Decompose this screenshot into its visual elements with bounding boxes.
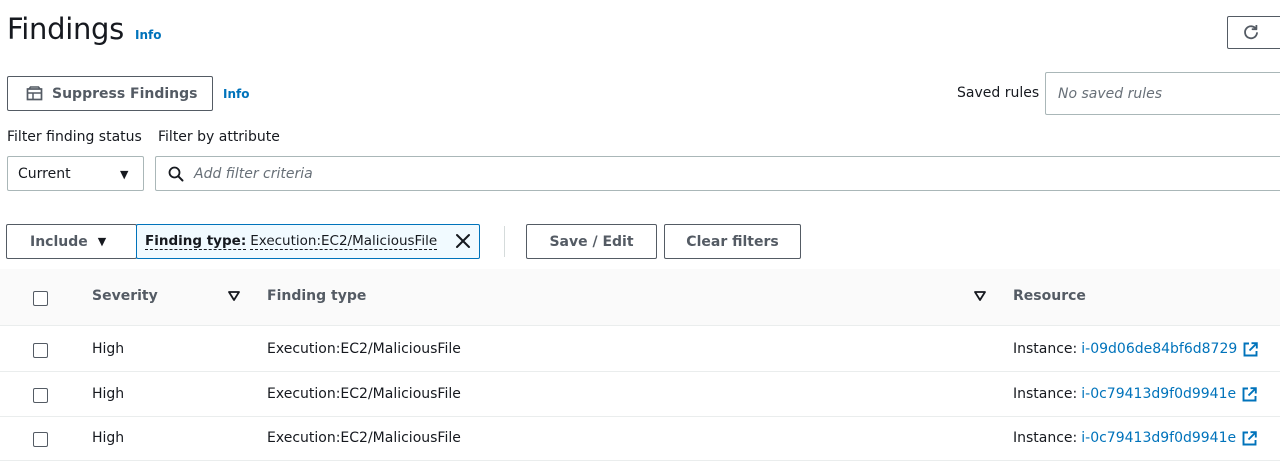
save-edit-button[interactable]: Save / Edit — [526, 224, 657, 259]
sort-icon[interactable] — [974, 291, 986, 301]
suppress-findings-label: Suppress Findings — [52, 85, 198, 102]
suppress-findings-button[interactable]: Suppress Findings — [7, 76, 213, 111]
saved-rules-label: Saved rules — [957, 85, 1040, 101]
filter-token[interactable]: Finding type: Execution:EC2/MaliciousFil… — [136, 224, 480, 259]
finding-status-select[interactable]: Current ▼ — [7, 156, 144, 191]
resource-prefix: Instance: — [1013, 341, 1078, 357]
finding-type-cell[interactable]: Execution:EC2/MaliciousFile — [267, 386, 461, 402]
external-link-icon[interactable] — [1243, 341, 1259, 357]
severity-cell: High — [92, 386, 125, 402]
resource-cell: Instance: i-09d06de84bf6d8729 — [1013, 341, 1259, 357]
resource-prefix: Instance: — [1013, 386, 1078, 402]
table-row[interactable]: High Execution:EC2/MaliciousFile Instanc… — [0, 372, 1280, 417]
search-icon — [168, 166, 184, 181]
column-header-finding-type[interactable]: Finding type — [267, 288, 366, 304]
filter-search-input[interactable]: Add filter criteria — [155, 156, 1280, 191]
select-all-checkbox[interactable] — [33, 291, 48, 306]
column-header-resource[interactable]: Resource — [1013, 288, 1086, 304]
finding-type-cell[interactable]: Execution:EC2/MaliciousFile — [267, 341, 461, 357]
column-header-severity[interactable]: Severity — [92, 288, 158, 304]
include-dropdown[interactable]: Include ▼ — [6, 224, 137, 259]
row-checkbox[interactable] — [33, 343, 48, 358]
table-row[interactable]: High Execution:EC2/MaliciousFile Instanc… — [0, 416, 1280, 461]
resource-cell: Instance: i-0c79413d9f0d9941e — [1013, 430, 1257, 446]
refresh-icon — [1244, 24, 1258, 39]
suppress-info-link[interactable]: Info — [223, 87, 249, 101]
finding-status-value: Current — [18, 165, 71, 182]
page-title: Findings — [7, 12, 124, 46]
filter-token-key-text: Finding type — [145, 233, 241, 249]
external-link-icon[interactable] — [1242, 386, 1257, 402]
sort-icon[interactable] — [228, 291, 240, 301]
caret-down-icon: ▼ — [97, 235, 107, 248]
resource-link[interactable]: i-0c79413d9f0d9941e — [1081, 430, 1236, 446]
filter-token-key: Finding type: — [145, 233, 247, 250]
include-label: Include — [30, 233, 88, 250]
filter-token-value: Execution:EC2/MaliciousFile — [250, 233, 438, 250]
filter-token-separator: : — [240, 233, 247, 249]
saved-rules-select[interactable]: No saved rules — [1045, 72, 1280, 115]
severity-cell: High — [92, 341, 125, 357]
row-checkbox[interactable] — [33, 388, 48, 403]
filter-attribute-label: Filter by attribute — [158, 129, 280, 145]
severity-cell: High — [92, 430, 125, 446]
resource-link[interactable]: i-09d06de84bf6d8729 — [1081, 341, 1237, 357]
filter-search-placeholder: Add filter criteria — [194, 165, 313, 182]
suppress-icon — [26, 86, 43, 101]
saved-rules-placeholder: No saved rules — [1058, 85, 1163, 102]
toolbar-divider — [504, 226, 505, 257]
title-info-link[interactable]: Info — [135, 28, 161, 42]
caret-down-icon: ▼ — [120, 168, 129, 181]
resource-prefix: Instance: — [1013, 430, 1078, 446]
refresh-button[interactable] — [1227, 16, 1280, 49]
resource-cell: Instance: i-0c79413d9f0d9941e — [1013, 386, 1257, 402]
close-icon[interactable] — [455, 233, 471, 249]
finding-type-cell[interactable]: Execution:EC2/MaliciousFile — [267, 430, 461, 446]
external-link-icon[interactable] — [1242, 430, 1257, 446]
row-checkbox[interactable] — [33, 432, 48, 447]
filter-status-label: Filter finding status — [7, 129, 142, 145]
table-header: Severity Finding type Resource — [0, 269, 1280, 326]
resource-link[interactable]: i-0c79413d9f0d9941e — [1081, 386, 1236, 402]
clear-filters-button[interactable]: Clear filters — [664, 224, 801, 259]
table-row[interactable]: High Execution:EC2/MaliciousFile Instanc… — [0, 327, 1280, 372]
